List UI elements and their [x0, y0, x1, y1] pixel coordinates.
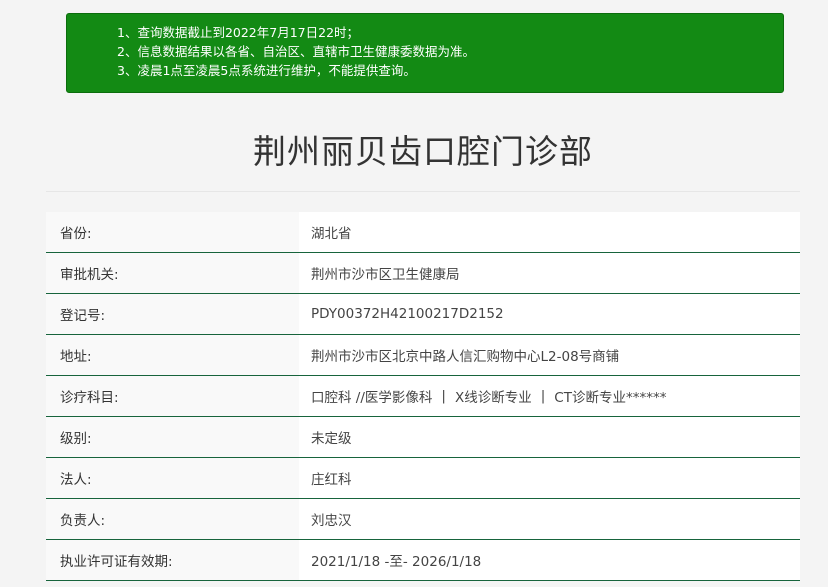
- title-divider: [46, 191, 800, 192]
- department-item: X线诊断专业: [454, 390, 532, 406]
- row-label: 执业许可证有效期:: [46, 540, 299, 580]
- row-label: 负责人:: [46, 499, 299, 539]
- table-row-approval-authority: 审批机关: 荆州市沙市区卫生健康局: [46, 253, 800, 294]
- info-table: 省份: 湖北省 审批机关: 荆州市沙市区卫生健康局 登记号: PDY00372H…: [46, 212, 800, 581]
- row-label: 级别:: [46, 417, 299, 457]
- notice-line: 3、凌晨1点至凌晨5点系统进行维护，不能提供查询。: [117, 63, 416, 78]
- separator: |: [540, 388, 546, 404]
- row-value: 荆州市沙市区北京中路人信汇购物中心L2-08号商铺: [299, 335, 800, 375]
- table-row-departments: 诊疗科目: 口腔科 //医学影像科 | X线诊断专业 | CT诊断专业*****…: [46, 376, 800, 417]
- table-row-license-validity: 执业许可证有效期: 2021/1/18 -至- 2026/1/18: [46, 540, 800, 581]
- department-item: CT诊断专业******: [554, 390, 667, 406]
- row-value: 口腔科 //医学影像科 | X线诊断专业 | CT诊断专业******: [299, 376, 800, 416]
- row-label: 登记号:: [46, 294, 299, 334]
- row-value: 未定级: [299, 417, 800, 457]
- row-value: 2021/1/18 -至- 2026/1/18: [299, 540, 800, 580]
- table-row-person-in-charge: 负责人: 刘忠汉: [46, 499, 800, 540]
- row-value: 刘忠汉: [299, 499, 800, 539]
- notice-line: 1、查询数据截止到2022年7月17日22时；: [117, 25, 360, 40]
- department-item: 口腔科 //医学影像科: [311, 390, 433, 406]
- row-label: 法人:: [46, 458, 299, 498]
- table-row-registration-number: 登记号: PDY00372H42100217D2152: [46, 294, 800, 335]
- table-row-level: 级别: 未定级: [46, 417, 800, 458]
- row-label: 省份:: [46, 212, 299, 252]
- notice-banner: 1、查询数据截止到2022年7月17日22时； 2、信息数据结果以各省、自治区、…: [66, 13, 784, 93]
- row-value: PDY00372H42100217D2152: [299, 294, 800, 334]
- row-label: 地址:: [46, 335, 299, 375]
- table-row-legal-person: 法人: 庄红科: [46, 458, 800, 499]
- page-title: 荆州丽贝齿口腔门诊部: [253, 132, 593, 171]
- row-value: 荆州市沙市区卫生健康局: [299, 253, 800, 293]
- notice-line: 2、信息数据结果以各省、自治区、直辖市卫生健康委数据为准。: [117, 44, 475, 59]
- table-row-province: 省份: 湖北省: [46, 212, 800, 253]
- separator: |: [441, 388, 446, 404]
- row-value: 湖北省: [299, 212, 800, 252]
- row-label: 诊疗科目:: [46, 376, 299, 416]
- table-row-address: 地址: 荆州市沙市区北京中路人信汇购物中心L2-08号商铺: [46, 335, 800, 376]
- row-label: 审批机关:: [46, 253, 299, 293]
- row-value: 庄红科: [299, 458, 800, 498]
